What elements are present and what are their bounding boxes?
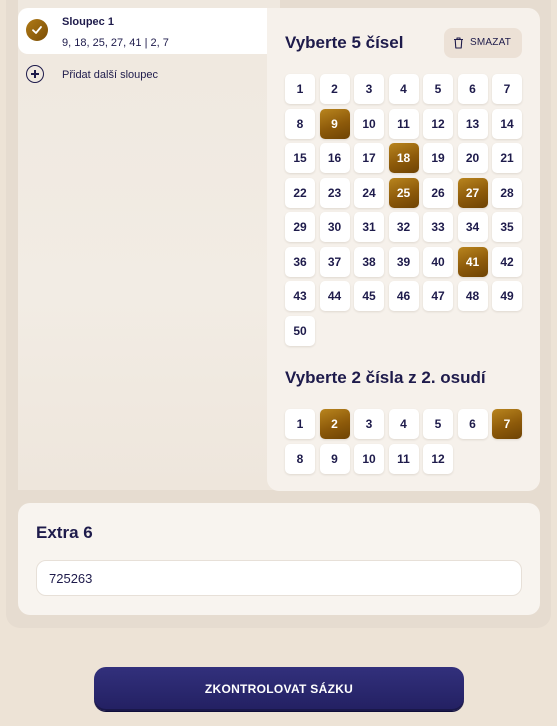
number-cell[interactable]: 48 [457,281,488,311]
number-cell[interactable]: 28 [492,177,522,208]
number-cell[interactable]: 6 [457,74,488,104]
check-icon [26,19,48,41]
number-cell[interactable]: 49 [492,281,522,311]
number-cell[interactable]: 1 [285,409,315,439]
number-cell[interactable]: 46 [388,281,419,311]
number-cell-selected[interactable]: 41 [457,246,488,277]
clear-button[interactable]: SMAZAT [444,28,522,58]
number-cell[interactable]: 30 [319,212,350,242]
number-cell[interactable]: 37 [319,246,350,277]
number-cell[interactable]: 44 [319,281,350,311]
number-cell-selected[interactable]: 7 [492,409,522,439]
column-numbers: 9, 18, 25, 27, 41 | 2, 7 [62,37,169,49]
number-cell[interactable]: 11 [388,108,419,139]
add-column-button[interactable]: Přidat další sloupec [26,64,226,86]
number-cell[interactable]: 9 [319,443,350,474]
number-cell[interactable]: 8 [285,108,315,139]
number-cell[interactable]: 31 [354,212,384,242]
extra6-card: Extra 6 [18,503,540,615]
number-cell[interactable]: 13 [457,108,488,139]
number-cell-selected[interactable]: 2 [319,409,350,439]
column-title: Sloupec 1 [62,16,114,28]
number-cell[interactable]: 5 [423,409,453,439]
number-cell[interactable]: 15 [285,143,315,173]
number-cell[interactable]: 47 [423,281,453,311]
number-cell[interactable]: 26 [423,177,453,208]
number-cell[interactable]: 10 [354,108,384,139]
number-cell[interactable]: 19 [423,143,453,173]
number-cell[interactable]: 23 [319,177,350,208]
number-cell[interactable]: 5 [423,74,453,104]
number-cell[interactable]: 16 [319,143,350,173]
number-cell[interactable]: 1 [285,74,315,104]
number-cell[interactable]: 7 [492,74,522,104]
number-cell[interactable]: 11 [388,443,419,474]
extra6-input[interactable] [36,560,522,596]
add-column-label: Přidat další sloupec [62,69,158,81]
number-cell[interactable]: 4 [388,74,419,104]
number-cell[interactable]: 22 [285,177,315,208]
number-cell[interactable]: 12 [423,443,453,474]
main-numbers-title: Vyberte 5 čísel [285,33,404,52]
number-cell-selected[interactable]: 27 [457,177,488,208]
extra6-title: Extra 6 [36,523,93,542]
number-cell[interactable]: 40 [423,246,453,277]
number-cell[interactable]: 12 [423,108,453,139]
number-cell[interactable]: 21 [492,143,522,173]
number-cell[interactable]: 29 [285,212,315,242]
number-cell-selected[interactable]: 18 [388,143,419,173]
number-cell[interactable]: 36 [285,246,315,277]
number-cell[interactable]: 14 [492,108,522,139]
number-cell[interactable]: 35 [492,212,522,242]
number-cell[interactable]: 34 [457,212,488,242]
number-cell[interactable]: 50 [285,315,315,346]
number-cell[interactable]: 3 [354,74,384,104]
number-cell[interactable]: 17 [354,143,384,173]
number-cell[interactable]: 42 [492,246,522,277]
number-cell[interactable]: 10 [354,443,384,474]
check-bet-button[interactable]: ZKONTROLOVAT SÁZKU [94,667,464,711]
second-numbers-title: Vyberte 2 čísla z 2. osudí [285,368,486,387]
number-cell[interactable]: 6 [457,409,488,439]
plus-circle-icon [26,65,44,83]
column-card-1[interactable]: Sloupec 1 9, 18, 25, 27, 41 | 2, 7 [18,8,288,54]
number-cell[interactable]: 8 [285,443,315,474]
number-cell[interactable]: 2 [319,74,350,104]
number-cell[interactable]: 32 [388,212,419,242]
number-cell[interactable]: 20 [457,143,488,173]
number-cell-selected[interactable]: 9 [319,108,350,139]
number-cell[interactable]: 33 [423,212,453,242]
number-cell[interactable]: 38 [354,246,384,277]
number-cell-selected[interactable]: 25 [388,177,419,208]
number-cell[interactable]: 24 [354,177,384,208]
number-cell[interactable]: 4 [388,409,419,439]
number-cell[interactable]: 39 [388,246,419,277]
number-cell[interactable]: 3 [354,409,384,439]
number-cell[interactable]: 43 [285,281,315,311]
trash-icon [454,37,463,49]
number-cell[interactable]: 45 [354,281,384,311]
clear-button-label: SMAZAT [470,37,512,48]
